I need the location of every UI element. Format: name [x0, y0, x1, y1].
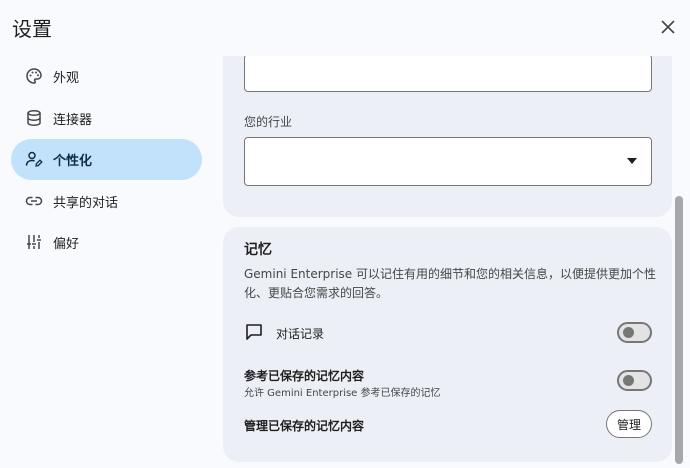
settings-content: 您的行业 记忆 Gemini Enterprise 可以记住有用的细节和您的相关…: [212, 56, 690, 468]
chat-history-label: 对话记录: [276, 327, 325, 341]
profile-card: 您的行业: [223, 56, 672, 217]
database-icon: [24, 108, 44, 128]
sidebar-item-connectors[interactable]: 连接器: [11, 98, 202, 139]
sidebar-item-label: 外观: [53, 71, 80, 86]
tune-icon: [24, 232, 44, 252]
profile-text-field[interactable]: [244, 56, 652, 92]
industry-select[interactable]: [244, 137, 652, 186]
toggle-knob: [623, 327, 634, 338]
close-button[interactable]: [654, 13, 682, 41]
sidebar-item-appearance[interactable]: 外观: [11, 56, 202, 97]
memory-card: 记忆 Gemini Enterprise 可以记住有用的细节和您的相关信息，以便…: [223, 227, 672, 462]
link-icon: [24, 191, 44, 211]
content-scrollbar[interactable]: [675, 196, 683, 464]
sidebar-item-shared-chats[interactable]: 共享的对话: [11, 181, 202, 222]
manage-memory-label: 管理已保存的记忆内容: [244, 419, 365, 433]
toggle-knob: [623, 375, 634, 386]
sidebar-item-label: 偏好: [53, 237, 80, 252]
page-title: 设置: [12, 17, 52, 41]
memory-title: 记忆: [244, 242, 272, 258]
sidebar-item-personalization[interactable]: 个性化: [11, 139, 202, 180]
memory-description: Gemini Enterprise 可以记住有用的细节和您的相关信息，以便提供更…: [244, 267, 657, 300]
person-edit-icon: [24, 149, 44, 169]
industry-label: 您的行业: [244, 115, 293, 129]
dialog-header: 设置: [0, 0, 690, 56]
sidebar-item-label: 个性化: [53, 154, 93, 169]
settings-sidebar: 外观 连接器 个性化 共享的对话 偏好: [0, 56, 212, 468]
sidebar-item-label: 连接器: [53, 113, 93, 128]
dropdown-arrow-icon: [627, 158, 637, 164]
sidebar-item-label: 共享的对话: [53, 196, 119, 211]
sidebar-item-preferences[interactable]: 偏好: [11, 222, 202, 263]
chat-bubble-icon: [246, 324, 262, 340]
close-icon: [661, 20, 675, 34]
chat-history-toggle[interactable]: [617, 322, 652, 343]
manage-button[interactable]: 管理: [606, 410, 652, 438]
saved-memory-label: 参考已保存的记忆内容: [244, 369, 365, 383]
saved-memory-toggle[interactable]: [617, 370, 652, 391]
palette-icon: [24, 66, 44, 86]
saved-memory-subtext: 允许 Gemini Enterprise 参考已保存的记忆: [244, 388, 441, 399]
